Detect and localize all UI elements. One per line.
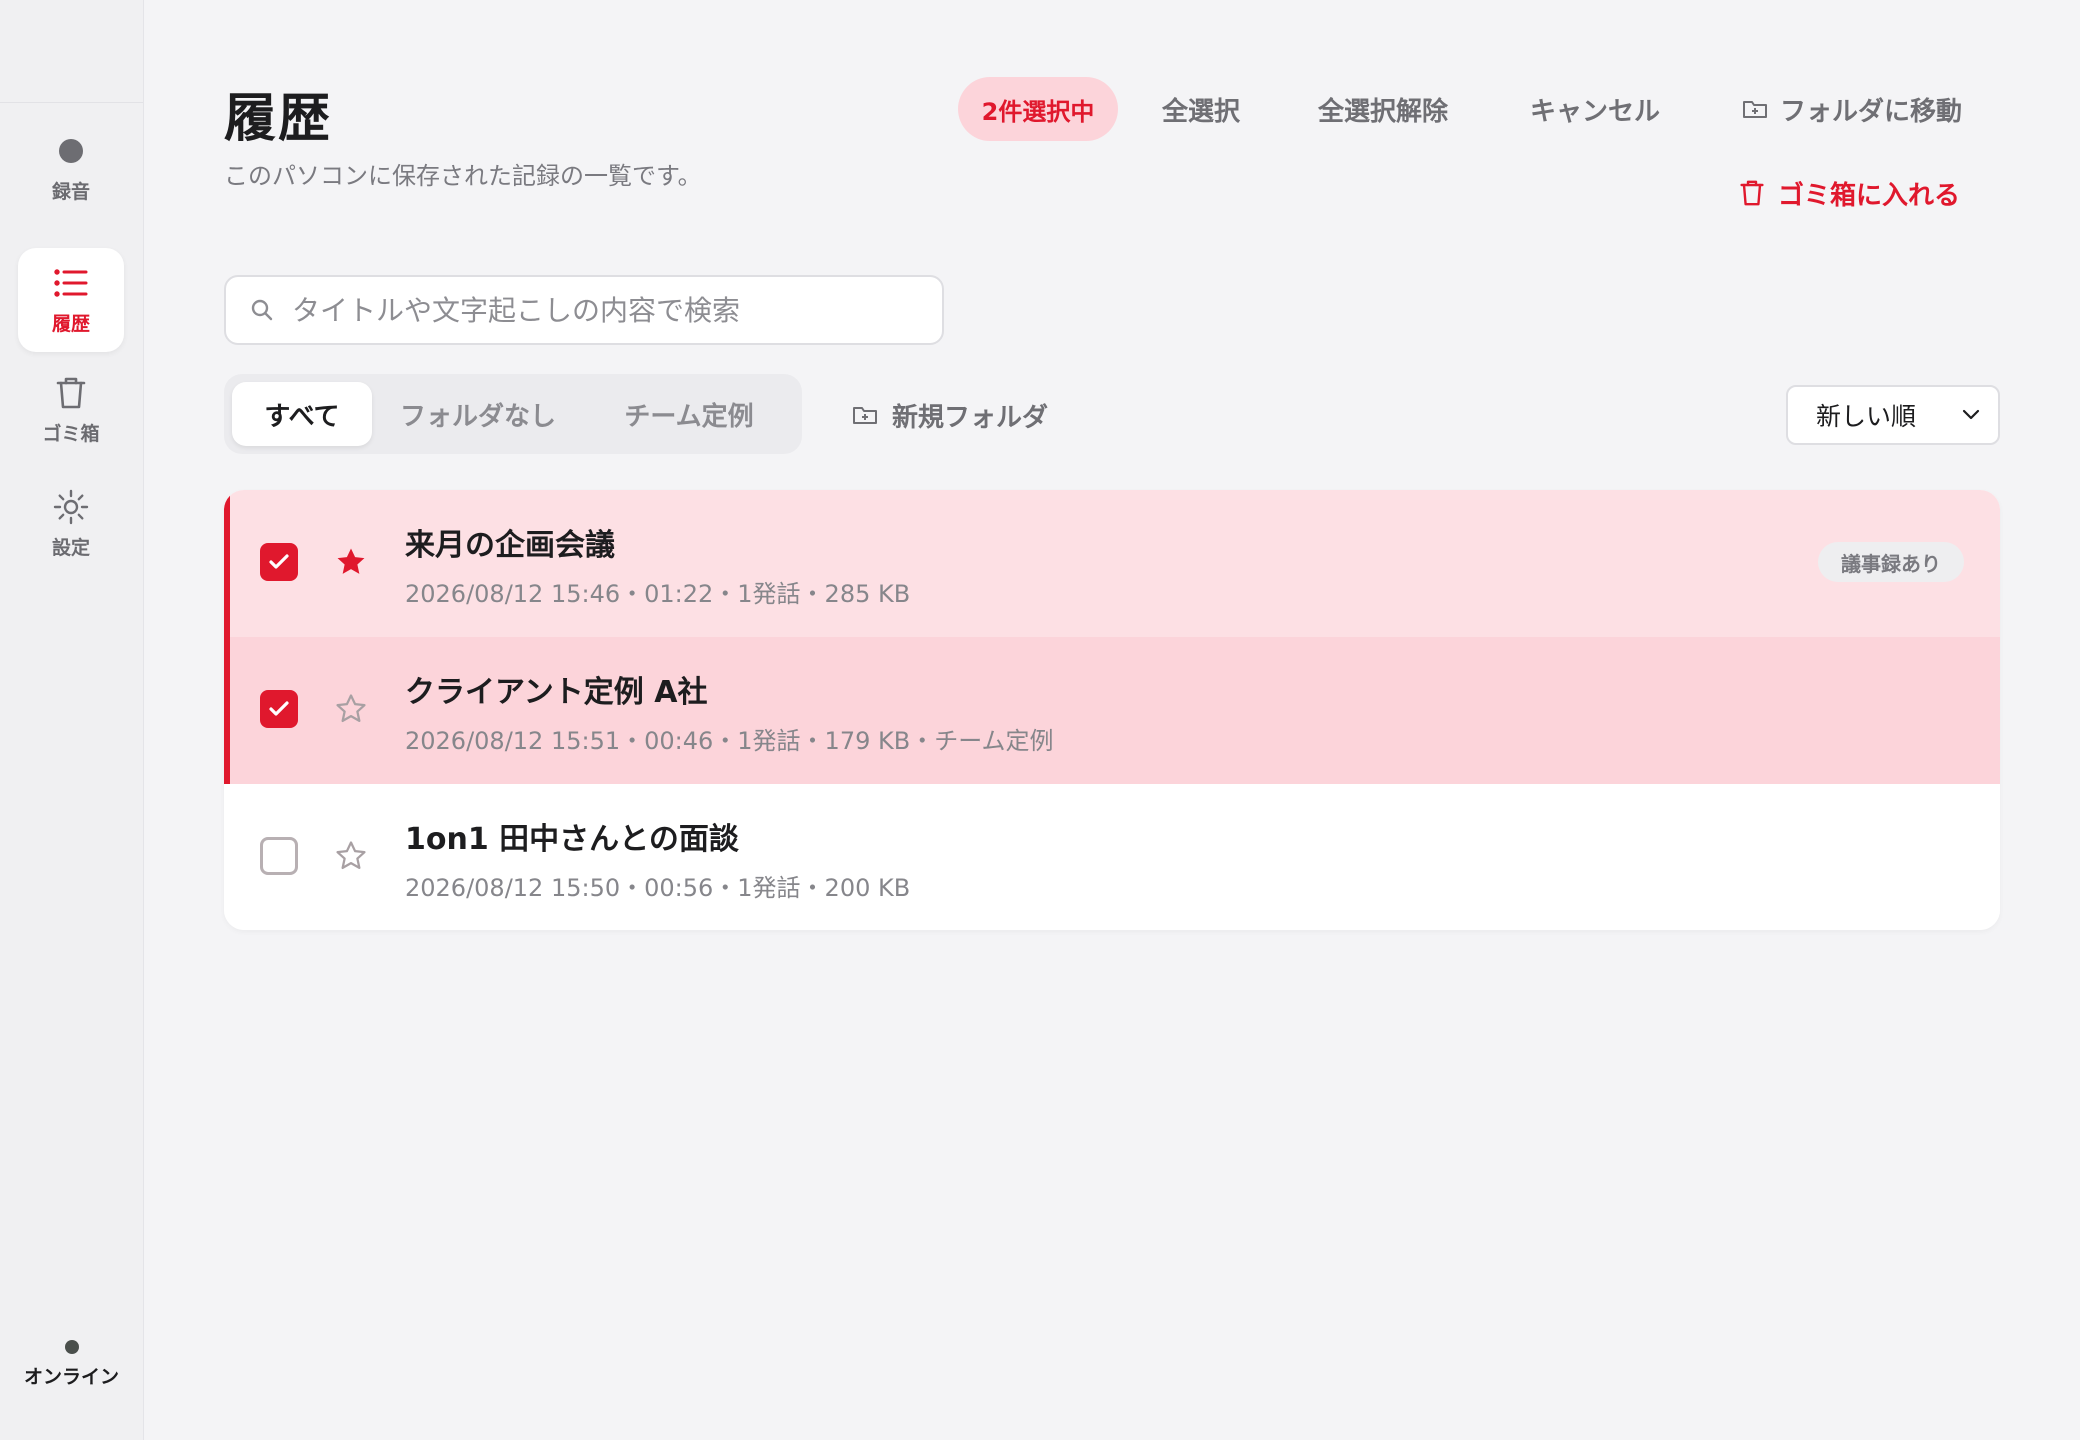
- connection-status: オンライン: [0, 1340, 143, 1389]
- status-dot-icon: [64, 1340, 79, 1354]
- sidebar-item-settings[interactable]: 設定: [18, 472, 124, 576]
- record-meta: 2026/08/12 15:50・00:56・1発話・200 KB: [405, 874, 911, 902]
- trash-icon: [1740, 180, 1764, 206]
- move-to-trash-button[interactable]: ゴミ箱に入れる: [1740, 162, 1960, 224]
- sun-gear-icon: [53, 489, 89, 525]
- new-folder-label: 新規フォルダ: [892, 402, 1049, 433]
- search-box: [224, 275, 944, 345]
- cancel-button[interactable]: キャンセル: [1530, 78, 1660, 140]
- star-filled-icon[interactable]: [334, 545, 368, 579]
- checkmark-icon: [269, 554, 289, 569]
- sidebar-item-history[interactable]: 履歴: [18, 248, 124, 352]
- search-input[interactable]: [290, 292, 914, 328]
- row-checkbox[interactable]: [260, 837, 298, 875]
- sidebar-item-label: 録音: [51, 180, 90, 203]
- list-item[interactable]: 1on1 田中さんとの面談 2026/08/12 15:50・00:56・1発話…: [224, 784, 2000, 930]
- sidebar-item-trash[interactable]: ゴミ箱: [18, 358, 124, 462]
- record-meta: 2026/08/12 15:51・00:46・1発話・179 KB・チーム定例: [405, 727, 1054, 755]
- select-all-button[interactable]: 全選択: [1162, 78, 1240, 140]
- deselect-all-button[interactable]: 全選択解除: [1318, 78, 1448, 140]
- record-dot-icon: [53, 133, 89, 169]
- status-label: オンライン: [23, 1366, 119, 1388]
- row-checkbox[interactable]: [260, 690, 298, 728]
- folder-plus-icon: [853, 407, 877, 424]
- page-description: このパソコンに保存された記録の一覧です。: [224, 162, 702, 190]
- folder-filter-tabs: すべて フォルダなし チーム定例: [224, 374, 802, 454]
- record-title: 来月の企画会議: [405, 528, 615, 563]
- chevron-down-icon: [1962, 409, 1980, 420]
- selection-count-badge: 2件選択中: [958, 77, 1118, 141]
- page-title: 履歴: [224, 89, 333, 149]
- record-title: 1on1 田中さんとの面談: [405, 822, 739, 857]
- sort-selected-value: 新しい順: [1816, 402, 1917, 431]
- sidebar: 録音 履歴 ゴミ箱 設定 オンライン: [0, 0, 144, 1440]
- move-to-folder-button[interactable]: フォルダに移動: [1742, 78, 1962, 140]
- search-icon: [250, 297, 276, 323]
- tab-all[interactable]: すべて: [232, 382, 372, 446]
- sidebar-divider: [0, 102, 143, 103]
- trash-icon: [53, 375, 89, 411]
- new-folder-button[interactable]: 新規フォルダ: [852, 384, 1048, 446]
- record-title: クライアント定例 A社: [405, 675, 708, 710]
- tab-no-folder[interactable]: フォルダなし: [376, 382, 580, 446]
- list-item[interactable]: 来月の企画会議 2026/08/12 15:46・01:22・1発話・285 K…: [224, 490, 2000, 637]
- minutes-badge: 議事録あり: [1818, 542, 1964, 582]
- row-checkbox[interactable]: [260, 543, 298, 581]
- star-outline-icon[interactable]: [334, 839, 368, 873]
- sidebar-item-label: 設定: [51, 536, 90, 559]
- sidebar-item-record[interactable]: 録音: [18, 116, 124, 220]
- folder-plus-icon: [1743, 101, 1767, 118]
- sidebar-item-label: 履歴: [51, 312, 90, 335]
- move-to-trash-label: ゴミ箱に入れる: [1778, 180, 1961, 211]
- star-outline-icon[interactable]: [334, 692, 368, 726]
- move-to-folder-label: フォルダに移動: [1780, 96, 1963, 127]
- checkmark-icon: [269, 701, 289, 716]
- record-meta: 2026/08/12 15:46・01:22・1発話・285 KB: [405, 580, 911, 608]
- list-icon: [53, 265, 89, 301]
- sidebar-item-label: ゴミ箱: [42, 422, 100, 445]
- tab-team-regular[interactable]: チーム定例: [584, 382, 794, 446]
- records-list: 来月の企画会議 2026/08/12 15:46・01:22・1発話・285 K…: [224, 490, 2000, 930]
- list-item[interactable]: クライアント定例 A社 2026/08/12 15:51・00:46・1発話・1…: [224, 637, 2000, 784]
- sort-select[interactable]: 新しい順: [1786, 385, 2000, 445]
